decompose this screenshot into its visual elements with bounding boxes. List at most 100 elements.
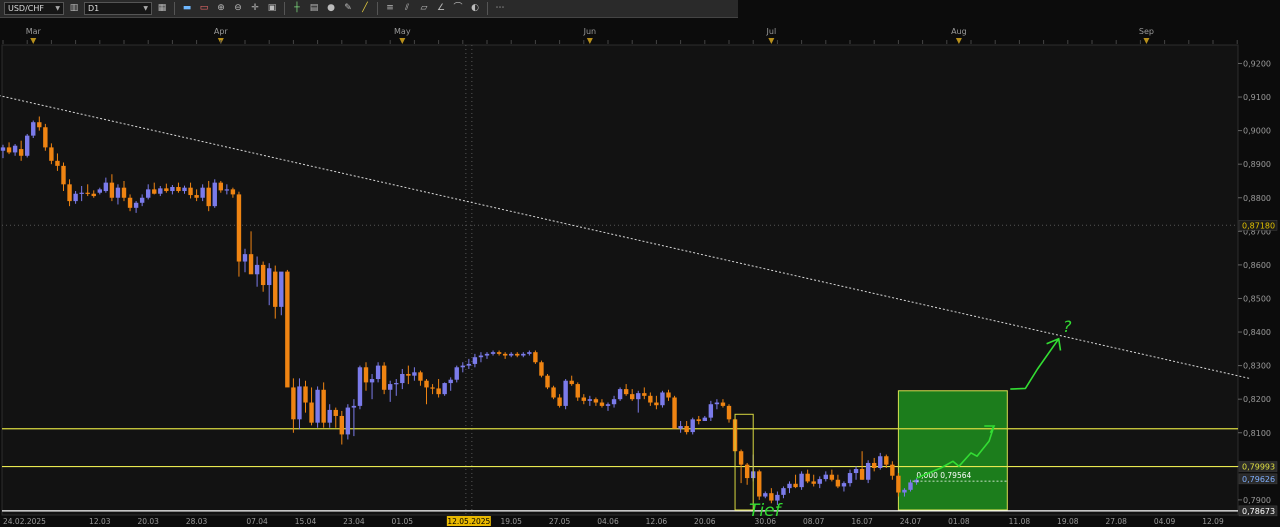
candle-body	[321, 389, 326, 423]
date-tick-label: 08.07	[803, 517, 825, 526]
price-tick-label: 0,8600	[1243, 261, 1271, 270]
candle-body	[12, 145, 18, 153]
candle-body	[478, 355, 484, 358]
candle-body	[460, 365, 465, 368]
symbol-select[interactable]: USD/CHF ▼	[4, 2, 64, 15]
price-tick-label: 0,8500	[1243, 294, 1271, 303]
candle-body	[436, 388, 441, 395]
candle-body	[757, 471, 762, 497]
candle-body	[690, 419, 695, 433]
price-tick-label: 0,9000	[1243, 127, 1271, 136]
candle-body	[236, 194, 242, 262]
candle-body	[738, 451, 744, 465]
chevron-down-icon: ▼	[55, 4, 60, 12]
candle-body	[908, 482, 913, 490]
more-icon[interactable]: ⋯	[493, 2, 507, 15]
date-tick-label: 19.05	[500, 517, 522, 526]
template-save-icon[interactable]: ▤	[307, 2, 321, 15]
template-icon[interactable]: ▦	[155, 2, 169, 15]
candle-chart-icon[interactable]: ▭	[197, 2, 211, 15]
candle-body	[375, 365, 381, 380]
candle-body	[18, 149, 24, 156]
candle-body	[678, 426, 683, 429]
candle-body	[853, 469, 859, 474]
candle-body	[91, 193, 96, 197]
candle-body	[152, 189, 157, 194]
candle-body	[714, 402, 720, 405]
candle-body	[97, 189, 102, 193]
candle-body	[448, 379, 453, 384]
eraser-icon[interactable]: ◐	[468, 2, 482, 15]
candle-body	[515, 353, 520, 356]
shapes-icon[interactable]: ▱	[417, 2, 431, 15]
text-icon[interactable]: ∠	[434, 2, 448, 15]
pen-icon[interactable]: ✎	[341, 2, 355, 15]
candle-body	[406, 374, 411, 376]
annotation-top-mark: ?	[1063, 317, 1072, 336]
price-tag-label: 0,78673	[1242, 507, 1275, 516]
crosshair-icon[interactable]: ✛	[248, 2, 262, 15]
candle-body	[200, 187, 205, 198]
toolbar-divider	[377, 2, 378, 15]
candle-body	[6, 147, 12, 153]
marker-icon[interactable]: ⌒	[451, 2, 465, 15]
price-tick-label: 0,8400	[1243, 328, 1271, 337]
candle-body	[363, 367, 369, 383]
toolbar: USD/CHF ▼ ▥ D1 ▼ ▦ ▬ ▭ ⊕ ⊖ ✛ ▣ ┼ ▤ ● ✎ ╱…	[0, 0, 738, 18]
candle-body	[605, 404, 611, 406]
candle-body	[73, 193, 78, 202]
fibonacci-icon[interactable]: ≡	[383, 2, 397, 15]
candle-body	[79, 192, 84, 194]
zoom-out-icon[interactable]: ⊖	[231, 2, 245, 15]
candle-body	[490, 352, 496, 354]
candle-body	[424, 380, 429, 388]
candle-body	[400, 374, 405, 384]
candle-body	[170, 187, 175, 192]
candle-body	[666, 392, 671, 398]
candle-body	[787, 483, 792, 489]
price-chart[interactable]: Mar Apr May Jun Jul Aug Sep 0,9200 0,9100 0,9000…	[0, 18, 1280, 527]
candle-body	[303, 386, 308, 403]
candle-body	[835, 479, 841, 487]
candle-body	[581, 397, 586, 401]
candle-body	[763, 493, 768, 497]
candle-body	[896, 475, 901, 493]
trend-line-icon[interactable]: ╱	[358, 2, 372, 15]
date-tick-label: 04.09	[1154, 517, 1176, 526]
date-tick-label: 04.06	[597, 517, 619, 526]
candle-body	[708, 404, 714, 418]
candle-body	[799, 473, 804, 488]
timeframe-select[interactable]: D1 ▼	[84, 2, 152, 15]
candle-body	[43, 127, 48, 148]
tile-icon[interactable]: ▣	[265, 2, 279, 15]
chart-type-icon[interactable]: ▥	[67, 2, 81, 15]
candle-body	[285, 271, 290, 388]
candle-body	[279, 271, 284, 307]
candle-body	[182, 187, 187, 192]
candle-body	[267, 268, 272, 286]
candle-body	[642, 393, 647, 396]
candle-body	[25, 135, 30, 156]
month-label: Sep	[1139, 27, 1154, 36]
timeframe-label: D1	[88, 3, 100, 13]
candle-body	[648, 395, 653, 403]
candle-body	[781, 488, 786, 495]
candle-body	[859, 469, 865, 480]
bar-chart-icon[interactable]: ▬	[180, 2, 194, 15]
date-tick-label: 24.07	[900, 517, 922, 526]
candle-body	[472, 357, 478, 364]
plot-area	[1, 44, 1239, 516]
month-label: Aug	[951, 27, 967, 36]
indicator-icon[interactable]: ┼	[290, 2, 304, 15]
date-tick-label: 27.05	[549, 517, 571, 526]
channel-icon[interactable]: ⫽	[400, 2, 414, 15]
date-tick-label: 12.06	[646, 517, 668, 526]
candle-body	[466, 363, 472, 366]
date-tick-label: 15.04	[295, 517, 317, 526]
zoom-in-icon[interactable]: ⊕	[214, 2, 228, 15]
candle-body	[884, 456, 889, 465]
candle-body	[521, 353, 526, 356]
candle-body	[769, 493, 774, 501]
candle-body	[418, 372, 423, 381]
object-icon[interactable]: ●	[324, 2, 338, 15]
